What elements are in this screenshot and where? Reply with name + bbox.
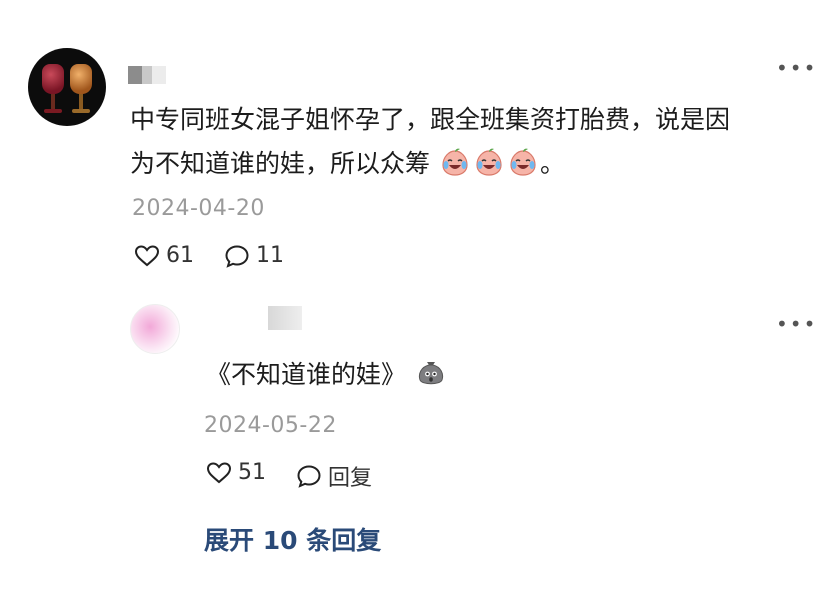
red-goblet-image (42, 64, 64, 94)
reply-like-button[interactable]: 51 (206, 460, 266, 485)
reply-username-redacted[interactable] (268, 306, 302, 330)
goblet-stem (79, 94, 83, 110)
reply-date: 2024-05-22 (204, 413, 337, 438)
comment-button[interactable]: 11 (224, 243, 284, 268)
comment-text-end: 。 (539, 149, 565, 178)
heart-icon (134, 244, 160, 266)
avatar[interactable] (28, 48, 106, 126)
crying-laughing-peach-emoji (476, 148, 502, 176)
crying-laughing-peach-emoji (442, 148, 468, 176)
comment-count: 11 (256, 243, 284, 268)
amber-goblet-image (70, 64, 92, 94)
crying-laughing-peach-emoji (510, 148, 536, 176)
reply-avatar[interactable] (130, 304, 180, 354)
reply-content: 《不知道谁的娃》 (206, 355, 448, 395)
comment-bubble-icon (225, 244, 249, 268)
comment-bubble-icon (297, 465, 321, 488)
reply-more-options-icon[interactable]: ••• (776, 314, 817, 334)
reply-button[interactable]: 回复 (296, 460, 372, 492)
comment-text-line2: 为不知道谁的娃，所以众筹 (130, 149, 431, 178)
shocked-bag-emoji (418, 362, 444, 385)
reply-label: 回复 (328, 466, 373, 491)
comment-date: 2024-04-20 (132, 196, 265, 221)
expand-replies-link[interactable]: 展开 10 条回复 (204, 521, 381, 557)
comment-text-line1: 中专同班女混子姐怀孕了，跟全班集资打胎费，说是因 (130, 105, 731, 134)
goblet-stem (51, 94, 55, 110)
goblet-foot (72, 109, 90, 113)
heart-icon (206, 461, 232, 483)
username-redacted[interactable] (128, 66, 168, 84)
more-options-icon[interactable]: ••• (776, 58, 817, 78)
like-count: 61 (166, 243, 194, 268)
goblet-foot (44, 109, 62, 113)
reply-like-count: 51 (238, 460, 266, 485)
comment-content: 中专同班女混子姐怀孕了，跟全班集资打胎费，说是因 为不知道谁的娃，所以众筹 。 (130, 98, 810, 186)
like-button[interactable]: 61 (134, 243, 194, 268)
reply-text: 《不知道谁的娃》 (206, 360, 407, 389)
